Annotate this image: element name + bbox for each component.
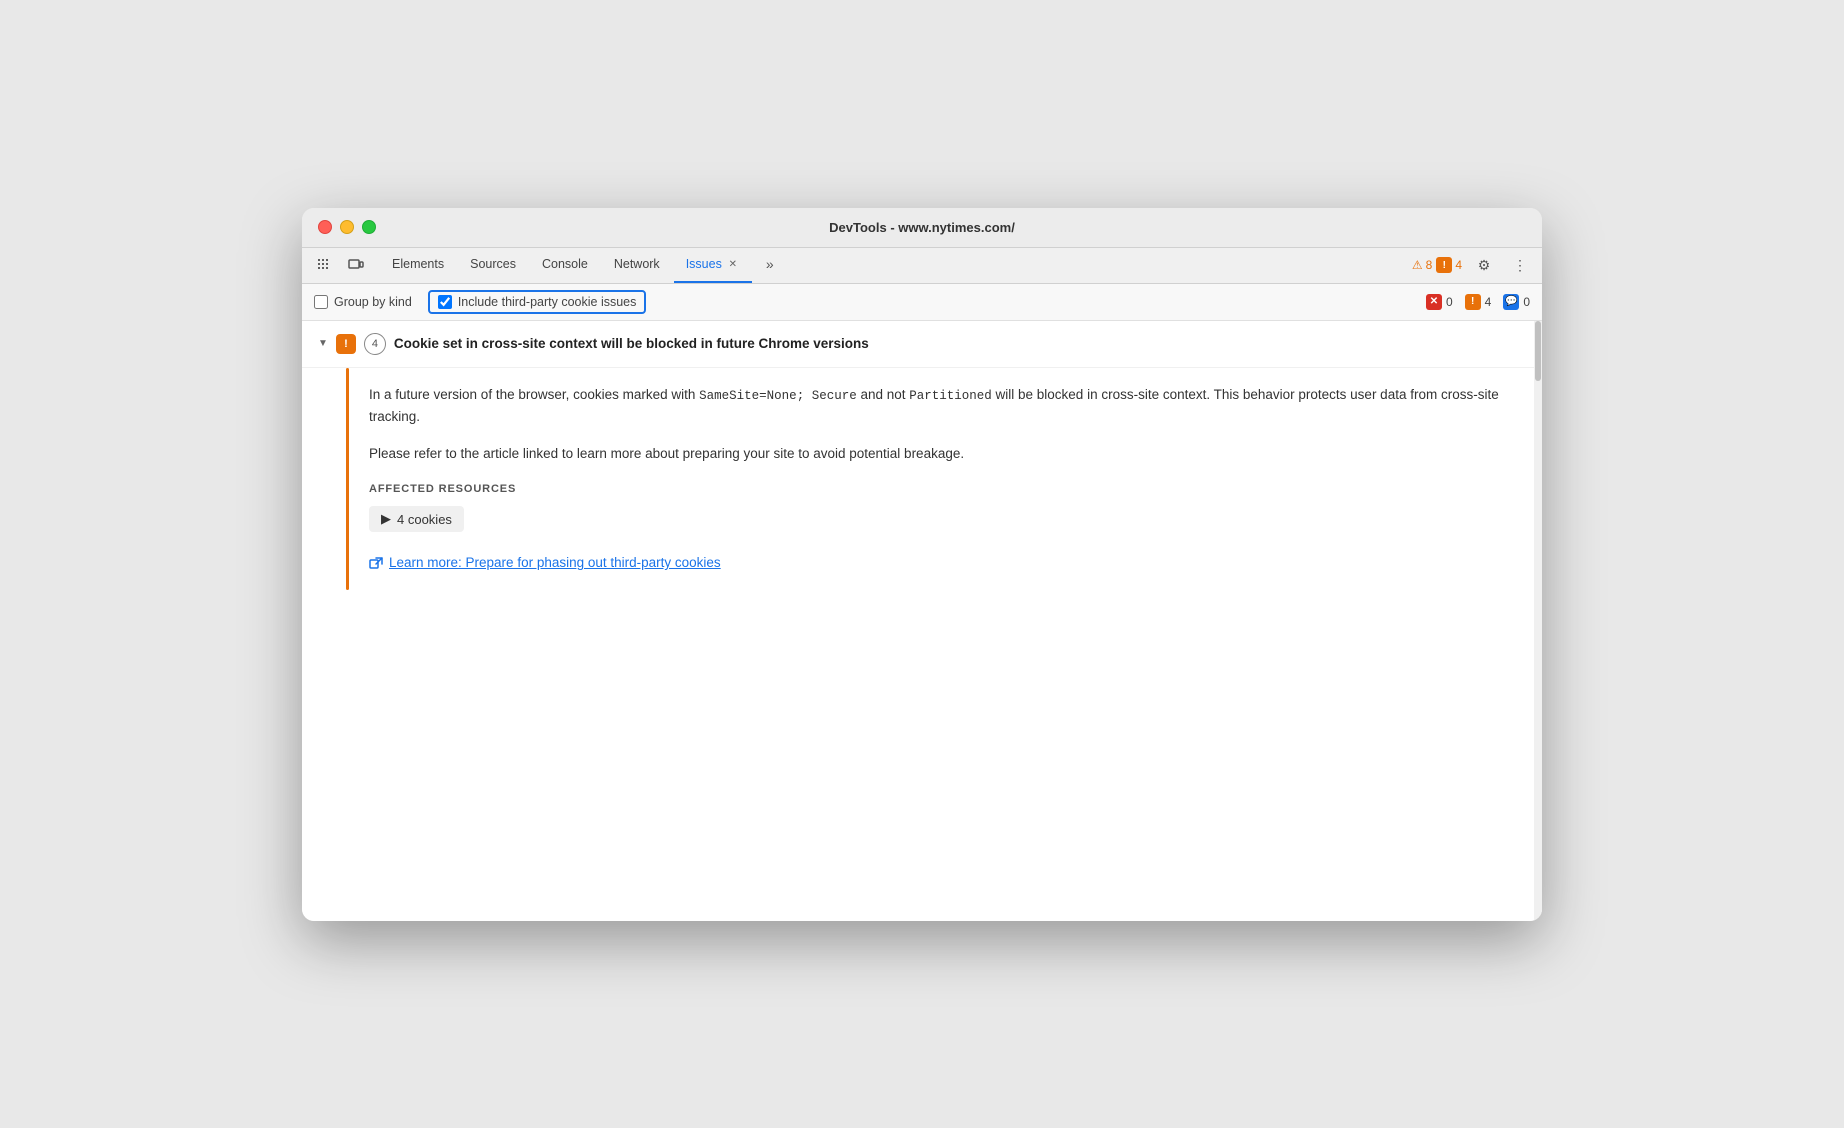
filter-bar: Group by kind Include third-party cookie… (302, 284, 1542, 321)
issue-severity-icon: ! (336, 334, 356, 354)
close-tab-issues[interactable]: ✕ (726, 257, 740, 271)
tab-network[interactable]: Network (602, 248, 672, 283)
error-icon: ! (1436, 257, 1452, 273)
cookies-expand-button[interactable]: ▶ 4 cookies (369, 506, 464, 532)
tab-bar-icons (310, 251, 370, 279)
group-by-kind-checkbox[interactable] (314, 295, 328, 309)
group-by-kind-label[interactable]: Group by kind (314, 295, 412, 309)
issue-content: In a future version of the browser, cook… (369, 368, 1526, 590)
settings-button[interactable]: ⚙ (1470, 251, 1498, 279)
external-link-icon (369, 552, 383, 574)
code-partitioned: Partitioned (909, 389, 992, 403)
affected-resources-label: AFFECTED RESOURCES (369, 481, 1526, 499)
warning-badge: ⚠ 8 (1412, 258, 1432, 272)
info-count-badge: 💬 0 (1503, 294, 1530, 310)
issue-header[interactable]: ▼ ! 4 Cookie set in cross-site context w… (302, 321, 1542, 368)
devtools-window: DevTools - www.nytimes.com/ (302, 208, 1542, 921)
cookies-expand-icon: ▶ (381, 511, 391, 527)
more-options-icon: ⋮ (1513, 257, 1527, 274)
more-tabs-button[interactable]: » (754, 248, 786, 283)
main-content: ▼ ! 4 Cookie set in cross-site context w… (302, 321, 1542, 921)
warning-count-badge: ! 4 (1465, 294, 1492, 310)
tab-bar-right: ⚠ 8 ! 4 ⚙ ⋮ (1412, 251, 1534, 279)
warning-count: 8 (1426, 258, 1433, 272)
cookies-count-label: 4 cookies (397, 512, 452, 527)
title-bar: DevTools - www.nytimes.com/ (302, 208, 1542, 248)
issue-left-bar (346, 368, 349, 590)
expand-icon: ▼ (318, 338, 328, 349)
tab-console[interactable]: Console (530, 248, 600, 283)
issue-count-circle: 4 (364, 333, 386, 355)
code-samesite: SameSite=None; Secure (699, 389, 857, 403)
issue-title: Cookie set in cross-site context will be… (394, 336, 869, 351)
error-count-badge: ✕ 0 (1426, 294, 1453, 310)
info-count-icon: 💬 (1503, 294, 1519, 310)
settings-icon: ⚙ (1478, 257, 1491, 274)
issue-paragraph-2: Please refer to the article linked to le… (369, 443, 1526, 465)
cursor-icon[interactable] (310, 251, 338, 279)
issue-count: 4 (372, 338, 378, 350)
include-third-party-label[interactable]: Include third-party cookie issues (438, 295, 637, 309)
include-third-party-container: Include third-party cookie issues (428, 290, 647, 314)
error-count-icon: ✕ (1426, 294, 1442, 310)
issue-body: In a future version of the browser, cook… (302, 368, 1542, 590)
error-count-value: 0 (1446, 295, 1453, 309)
error-count: 4 (1455, 258, 1462, 272)
tab-elements[interactable]: Elements (380, 248, 456, 283)
info-count-value: 0 (1523, 295, 1530, 309)
traffic-lights (318, 220, 376, 234)
warning-badge-group: ⚠ 8 ! 4 (1412, 257, 1462, 273)
warning-count-icon: ! (1465, 294, 1481, 310)
learn-more-text: Learn more: Prepare for phasing out thir… (389, 552, 721, 574)
window-title: DevTools - www.nytimes.com/ (829, 220, 1015, 235)
issue-paragraph-1: In a future version of the browser, cook… (369, 384, 1526, 428)
device-toolbar-icon[interactable] (342, 251, 370, 279)
close-button[interactable] (318, 220, 332, 234)
filter-counts: ✕ 0 ! 4 💬 0 (1426, 294, 1530, 310)
scroll-thumb[interactable] (1535, 321, 1541, 381)
tab-sources[interactable]: Sources (458, 248, 528, 283)
minimize-button[interactable] (340, 220, 354, 234)
warning-count-value: 4 (1485, 295, 1492, 309)
more-options-button[interactable]: ⋮ (1506, 251, 1534, 279)
scrollbar[interactable] (1534, 321, 1542, 921)
learn-more-link[interactable]: Learn more: Prepare for phasing out thir… (369, 552, 1526, 574)
tab-issues[interactable]: Issues ✕ (674, 248, 752, 283)
error-badge: ! 4 (1436, 257, 1462, 273)
tab-bar: Elements Sources Console Network Issues … (302, 248, 1542, 284)
maximize-button[interactable] (362, 220, 376, 234)
warning-icon: ⚠ (1412, 258, 1423, 272)
include-third-party-checkbox[interactable] (438, 295, 452, 309)
